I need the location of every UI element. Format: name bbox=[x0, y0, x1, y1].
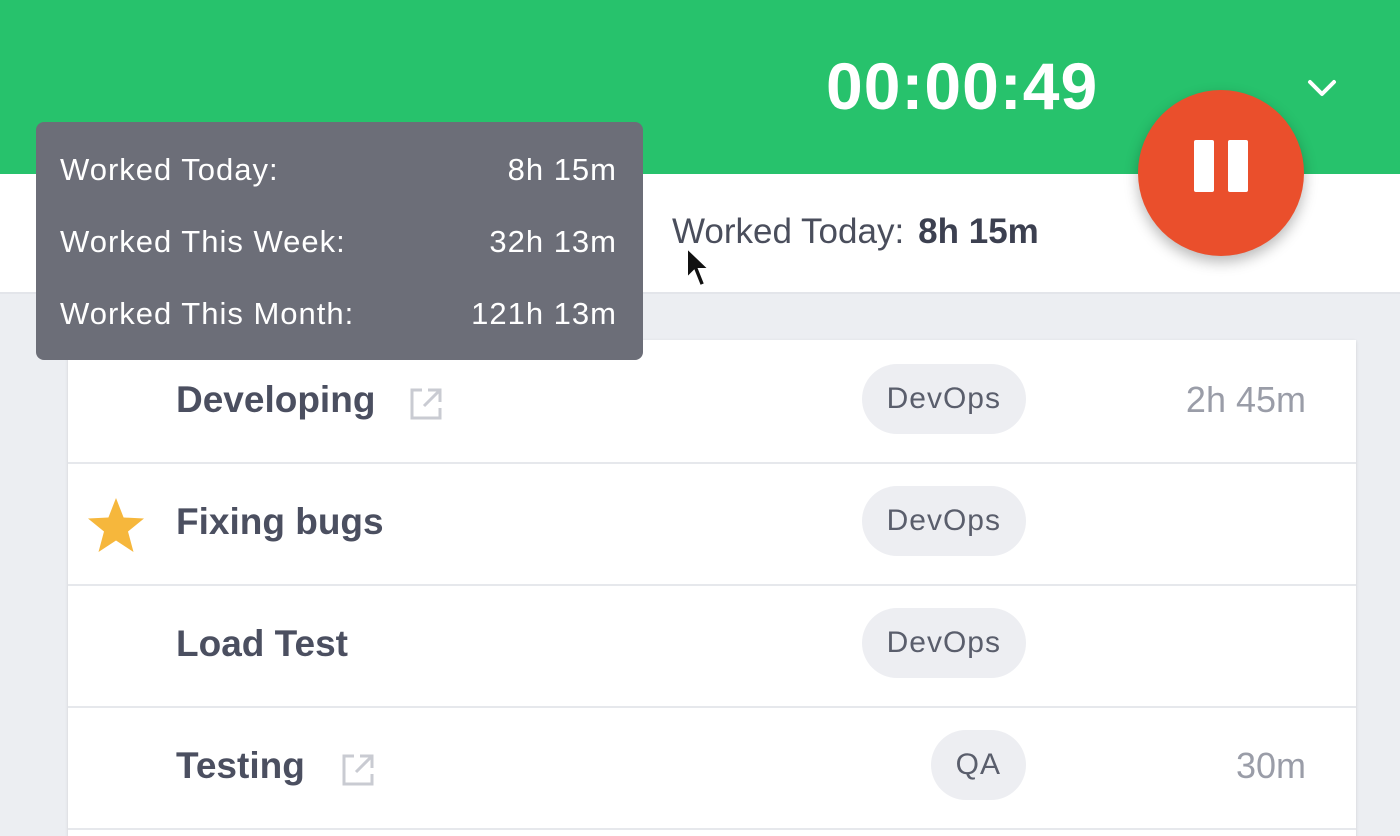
tooltip-value: 8h 15m bbox=[507, 152, 617, 187]
elapsed-timer: 00:00:49 bbox=[826, 49, 1099, 123]
task-row[interactable]: Fixing bugs DevOps bbox=[68, 462, 1356, 586]
external-link-icon[interactable] bbox=[338, 750, 378, 790]
worked-today-value: 8h 15m bbox=[918, 212, 1039, 251]
project-tag[interactable]: QA bbox=[930, 730, 1026, 800]
tooltip-row: Worked This Month: 121h 13m bbox=[60, 292, 617, 336]
task-row[interactable]: Load Test DevOps bbox=[68, 584, 1356, 708]
task-duration: 30m bbox=[1235, 745, 1306, 786]
worked-today-summary[interactable]: Worked Today: 8h 15m bbox=[672, 210, 1039, 254]
task-name: Load Test bbox=[176, 623, 348, 664]
tooltip-label: Worked Today: bbox=[60, 152, 279, 187]
task-duration: 2h 45m bbox=[1185, 379, 1306, 420]
task-row[interactable]: Testing QA 30m bbox=[68, 706, 1356, 830]
tooltip-value: 32h 13m bbox=[489, 224, 617, 259]
tooltip-row: Worked Today: 8h 15m bbox=[60, 148, 617, 192]
tooltip-row: Worked This Week: 32h 13m bbox=[60, 220, 617, 264]
project-tag[interactable]: DevOps bbox=[861, 486, 1026, 556]
task-name: Developing bbox=[176, 379, 376, 420]
star-icon[interactable] bbox=[86, 496, 146, 554]
timer-app: 00:00:49 Worked Today: 8h 15m Developing … bbox=[0, 0, 1400, 836]
project-tag[interactable]: DevOps bbox=[861, 364, 1026, 434]
task-name: Testing bbox=[176, 745, 305, 786]
pause-button[interactable] bbox=[1138, 90, 1304, 256]
task-list: Developing DevOps 2h 45m Fixing bugs Dev… bbox=[68, 340, 1356, 836]
tooltip-label: Worked This Week: bbox=[60, 224, 346, 259]
worked-time-tooltip: Worked Today: 8h 15m Worked This Week: 3… bbox=[36, 122, 643, 360]
task-name: Fixing bugs bbox=[176, 501, 384, 542]
project-tag[interactable]: DevOps bbox=[861, 608, 1026, 678]
tooltip-label: Worked This Month: bbox=[60, 296, 355, 331]
chevron-down-icon[interactable] bbox=[1300, 66, 1344, 110]
tooltip-value: 121h 13m bbox=[471, 296, 617, 331]
mouse-cursor-icon bbox=[684, 245, 714, 290]
external-link-icon[interactable] bbox=[406, 384, 446, 424]
